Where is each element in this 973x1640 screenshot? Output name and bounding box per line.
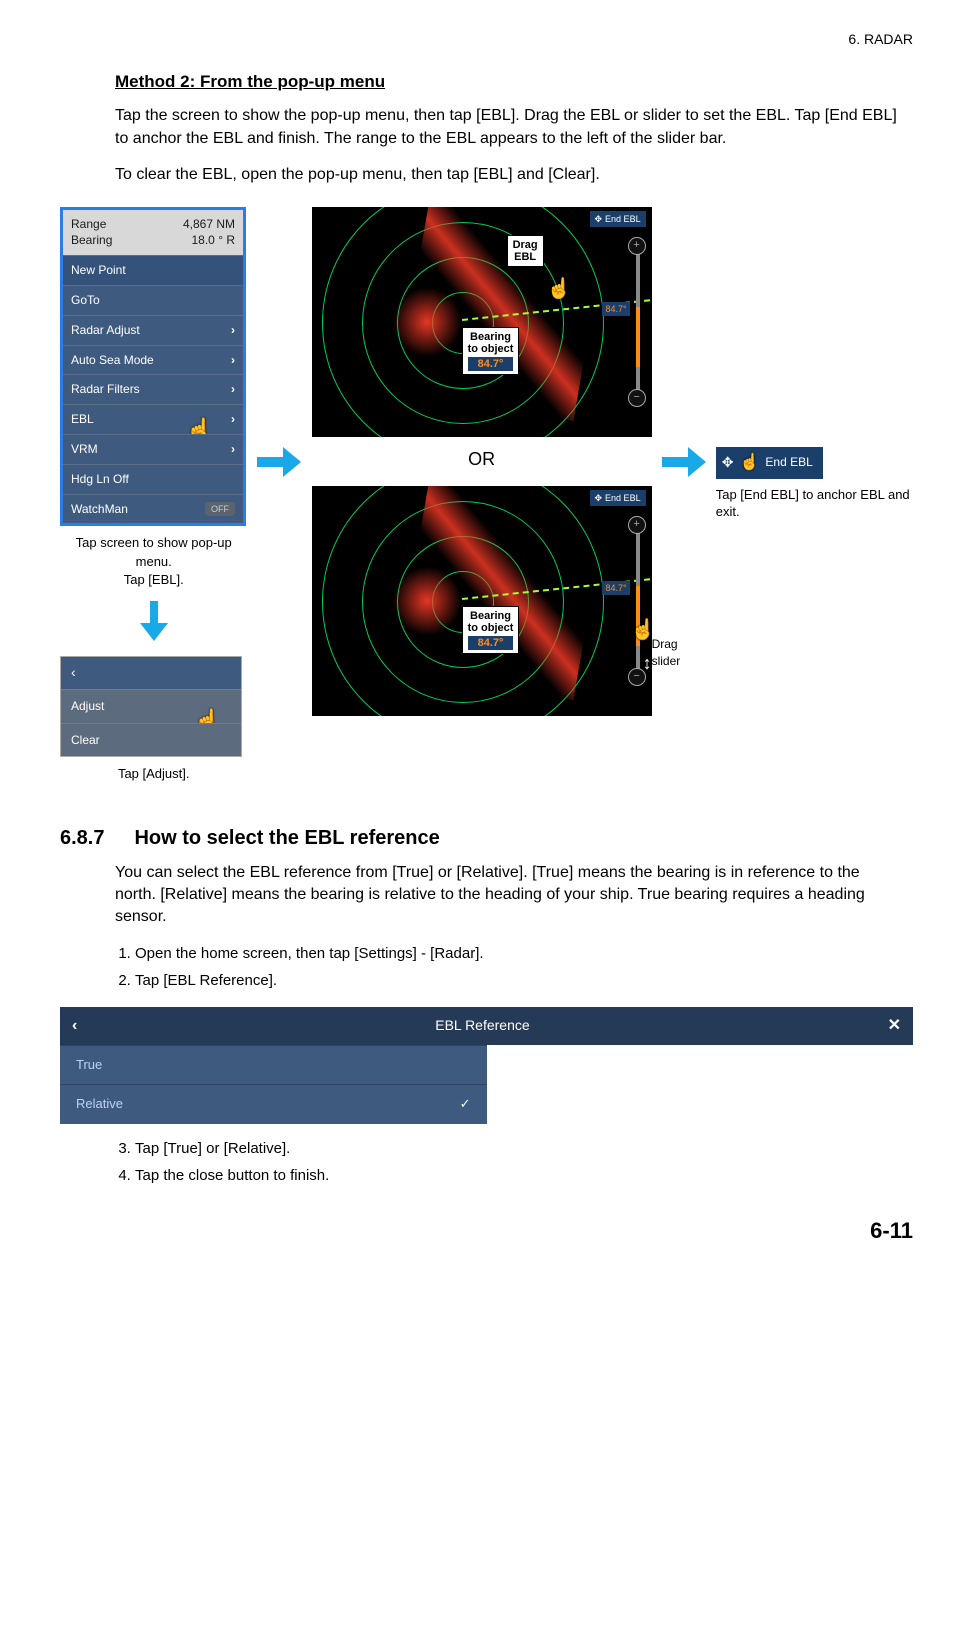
popup-item-radaradjust[interactable]: Radar Adjust › <box>63 315 243 345</box>
ref-option-true[interactable]: True <box>60 1045 487 1084</box>
step-1: Open the home screen, then tap [Settings… <box>135 943 903 964</box>
bearing-label: Bearing <box>71 232 112 249</box>
section-number: 6.8.7 <box>60 824 130 852</box>
back-button[interactable]: ‹ <box>61 657 241 689</box>
check-icon: ✓ <box>460 1095 471 1113</box>
radar-display-bottom[interactable]: Bearing to object 84.7° ✥End EBL + − 84.… <box>312 486 652 716</box>
popup-menu: Range Bearing 4,867 NM 18.0 ° R New Poin… <box>60 207 246 527</box>
submenu-label: Clear <box>71 733 100 747</box>
steps-list-1: Open the home screen, then tap [Settings… <box>115 943 903 991</box>
popup-item-goto[interactable]: GoTo <box>63 285 243 315</box>
chevron-right-icon: › <box>231 352 235 369</box>
right-arrow-icon <box>257 447 301 484</box>
ref-panel-header: ‹ EBL Reference ✕ <box>60 1007 913 1045</box>
bearing-label: Bearing to object 84.7° <box>462 327 520 375</box>
ebl-submenu-clear[interactable]: Clear <box>61 723 241 757</box>
popup-item-watchman[interactable]: WatchMan OFF <box>63 494 243 524</box>
method2-para2: To clear the EBL, open the pop-up menu, … <box>115 164 903 186</box>
drag-ebl-label: Drag EBL <box>507 235 544 267</box>
radar-display-top[interactable]: Drag EBL ☝ Bearing to object 84.7° ✥End … <box>312 207 652 437</box>
or-text: OR <box>311 447 651 472</box>
popup-item-label: Radar Adjust <box>71 322 140 339</box>
popup-item-label: Hdg Ln Off <box>71 471 129 488</box>
end-ebl-caption: Tap [End EBL] to anchor EBL and exit. <box>716 487 913 521</box>
ebl-reference-panel: ‹ EBL Reference ✕ True Relative ✓ <box>60 1007 913 1124</box>
right-arrow-icon <box>662 447 706 484</box>
slider-value: 84.7° <box>602 581 629 596</box>
popup-item-radarfilters[interactable]: Radar Filters › <box>63 374 243 404</box>
bearing-text: Bearing to object <box>468 610 514 634</box>
slider-fill <box>636 307 640 367</box>
tap-hand-icon: ☝ <box>739 452 759 474</box>
popup-item-label: New Point <box>71 262 126 279</box>
move-icon: ✥ <box>595 492 603 505</box>
method2-title: Method 2: From the pop-up menu <box>115 70 903 94</box>
range-label: Range <box>71 216 112 233</box>
chevron-right-icon: › <box>231 441 235 458</box>
ebl-submenu-caption: Tap [Adjust]. <box>60 765 247 783</box>
popup-item-label: Radar Filters <box>71 381 140 398</box>
ref-option-relative[interactable]: Relative ✓ <box>60 1084 487 1123</box>
bearing-value: 18.0 ° R <box>183 232 235 249</box>
off-badge: OFF <box>205 502 235 517</box>
ebl-submenu: ‹ Adjust ☝ Clear <box>60 656 242 757</box>
popup-item-label: EBL <box>71 411 94 428</box>
updown-arrow-icon: ↕ <box>643 651 652 676</box>
move-icon: ✥ <box>722 453 734 473</box>
section-title: How to select the EBL reference <box>134 827 439 849</box>
steps-list-2: Tap [True] or [Relative]. Tap the close … <box>115 1138 903 1186</box>
down-arrow-icon <box>60 601 247 648</box>
chevron-right-icon: › <box>231 322 235 339</box>
end-ebl-text: End EBL <box>605 492 641 505</box>
popup-item-label: GoTo <box>71 292 100 309</box>
page-number: 6-11 <box>60 1216 913 1247</box>
popup-item-label: Auto Sea Mode <box>71 352 154 369</box>
bearing-value: 84.7° <box>468 357 514 371</box>
bearing-text: Bearing to object <box>468 331 514 355</box>
step-3: Tap [True] or [Relative]. <box>135 1138 903 1159</box>
slider-plus-button[interactable]: + <box>628 237 646 255</box>
popup-item-newpoint[interactable]: New Point <box>63 255 243 285</box>
ref-panel-title: EBL Reference <box>77 1016 887 1036</box>
slider-plus-button[interactable]: + <box>628 516 646 534</box>
popup-header: Range Bearing 4,867 NM 18.0 ° R <box>63 210 243 256</box>
move-icon: ✥ <box>595 213 603 226</box>
popup-item-label: WatchMan <box>71 501 128 518</box>
option-label: True <box>76 1056 102 1074</box>
popup-item-vrm[interactable]: VRM › <box>63 434 243 464</box>
range-value: 4,867 NM <box>183 216 235 233</box>
close-icon[interactable]: ✕ <box>888 1015 901 1037</box>
bearing-value: 84.7° <box>468 636 514 650</box>
chapter-header: 6. RADAR <box>60 30 913 50</box>
step-2: Tap [EBL Reference]. <box>135 970 903 991</box>
popup-item-autosea[interactable]: Auto Sea Mode › <box>63 345 243 375</box>
popup-item-label: VRM <box>71 441 98 458</box>
bearing-label: Bearing to object 84.7° <box>462 606 520 654</box>
end-ebl-pill[interactable]: ✥End EBL <box>590 211 646 228</box>
section-para1: You can select the EBL reference from [T… <box>115 862 903 929</box>
slider-value: 84.7° <box>602 302 629 317</box>
chevron-right-icon: › <box>231 381 235 398</box>
chevron-right-icon: › <box>231 411 235 428</box>
ebl-submenu-adjust[interactable]: Adjust ☝ <box>61 689 241 723</box>
end-ebl-pill[interactable]: ✥End EBL <box>590 490 646 507</box>
popup-item-ebl[interactable]: EBL› ☝ <box>63 404 243 434</box>
end-ebl-button[interactable]: ✥ ☝ End EBL <box>716 447 823 479</box>
submenu-label: Adjust <box>71 699 104 713</box>
end-ebl-label: End EBL <box>765 454 812 471</box>
slider-minus-button[interactable]: − <box>628 389 646 407</box>
option-label: Relative <box>76 1095 123 1113</box>
end-ebl-text: End EBL <box>605 213 641 226</box>
method2-para1: Tap the screen to show the pop-up menu, … <box>115 105 903 150</box>
popup-item-hdglnoff[interactable]: Hdg Ln Off <box>63 464 243 494</box>
step-4: Tap the close button to finish. <box>135 1165 903 1186</box>
popup-caption: Tap screen to show pop-up menu. Tap [EBL… <box>60 534 247 589</box>
drag-hand-icon: ☝ <box>547 275 572 303</box>
drag-slider-label: Drag slider <box>652 636 702 670</box>
